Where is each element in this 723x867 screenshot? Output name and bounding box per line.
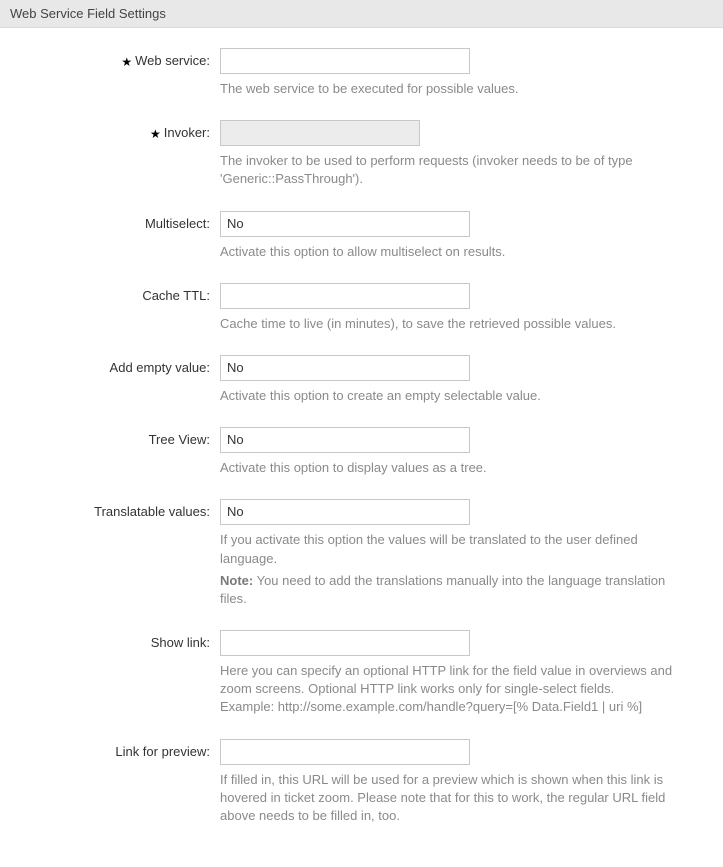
field-treeview: No Activate this option to display value…	[220, 427, 693, 495]
label-showlink: Show link:	[10, 630, 220, 650]
showlink-input[interactable]	[220, 630, 470, 656]
field-webservice: The web service to be executed for possi…	[220, 48, 693, 116]
label-addempty: Add empty value:	[10, 355, 220, 375]
label-invoker: ★Invoker:	[10, 120, 220, 140]
help-linkpreview: If filled in, this URL will be used for …	[220, 771, 693, 826]
linkpreview-input[interactable]	[220, 739, 470, 765]
row-multiselect: Multiselect: No Activate this option to …	[10, 211, 693, 279]
field-translatable: No If you activate this option the value…	[220, 499, 693, 626]
label-treeview: Tree View:	[10, 427, 220, 447]
field-cachettl: Cache time to live (in minutes), to save…	[220, 283, 693, 351]
help-showlink-2: Example: http://some.example.com/handle?…	[220, 699, 642, 714]
multiselect-value: No	[227, 215, 244, 233]
settings-panel: Web Service Field Settings ★Web service:…	[0, 0, 723, 867]
label-invoker-text: Invoker:	[164, 125, 210, 140]
row-webservice: ★Web service: The web service to be exec…	[10, 48, 693, 116]
field-addempty: No Activate this option to create an emp…	[220, 355, 693, 423]
help-cachettl: Cache time to live (in minutes), to save…	[220, 315, 693, 333]
help-multiselect: Activate this option to allow multiselec…	[220, 243, 693, 261]
required-icon: ★	[150, 127, 161, 141]
note-label: Note:	[220, 573, 253, 588]
row-treeview: Tree View: No Activate this option to di…	[10, 427, 693, 495]
row-invoker: ★Invoker: The invoker to be used to perf…	[10, 120, 693, 206]
label-cachettl: Cache TTL:	[10, 283, 220, 303]
treeview-value: No	[227, 431, 244, 449]
note-text: You need to add the translations manuall…	[220, 573, 665, 606]
row-addempty: Add empty value: No Activate this option…	[10, 355, 693, 423]
field-multiselect: No Activate this option to allow multise…	[220, 211, 693, 279]
label-multiselect: Multiselect:	[10, 211, 220, 231]
label-webservice: ★Web service:	[10, 48, 220, 68]
help-translatable: If you activate this option the values w…	[220, 531, 693, 567]
field-invoker: The invoker to be used to perform reques…	[220, 120, 693, 206]
invoker-input	[220, 120, 420, 146]
label-linkpreview: Link for preview:	[10, 739, 220, 759]
help-invoker: The invoker to be used to perform reques…	[220, 152, 693, 188]
row-cachettl: Cache TTL: Cache time to live (in minute…	[10, 283, 693, 351]
webservice-input[interactable]	[220, 48, 470, 74]
field-linkpreview: If filled in, this URL will be used for …	[220, 739, 693, 844]
required-icon: ★	[121, 55, 132, 69]
help-translatable-text: If you activate this option the values w…	[220, 532, 638, 565]
label-webservice-text: Web service:	[135, 53, 210, 68]
panel-title: Web Service Field Settings	[0, 0, 723, 28]
addempty-select[interactable]: No	[220, 355, 470, 381]
help-showlink: Here you can specify an optional HTTP li…	[220, 662, 693, 717]
help-webservice: The web service to be executed for possi…	[220, 80, 693, 98]
row-linkpreview: Link for preview: If filled in, this URL…	[10, 739, 693, 844]
row-translatable: Translatable values: No If you activate …	[10, 499, 693, 626]
panel-body: ★Web service: The web service to be exec…	[0, 28, 723, 867]
help-addempty: Activate this option to create an empty …	[220, 387, 693, 405]
multiselect-select[interactable]: No	[220, 211, 470, 237]
translatable-value: No	[227, 503, 244, 521]
label-translatable: Translatable values:	[10, 499, 220, 519]
note-translatable: Note: You need to add the translations m…	[220, 572, 693, 608]
treeview-select[interactable]: No	[220, 427, 470, 453]
translatable-select[interactable]: No	[220, 499, 470, 525]
help-showlink-1: Here you can specify an optional HTTP li…	[220, 663, 672, 696]
addempty-value: No	[227, 359, 244, 377]
cachettl-input[interactable]	[220, 283, 470, 309]
help-treeview: Activate this option to display values a…	[220, 459, 693, 477]
